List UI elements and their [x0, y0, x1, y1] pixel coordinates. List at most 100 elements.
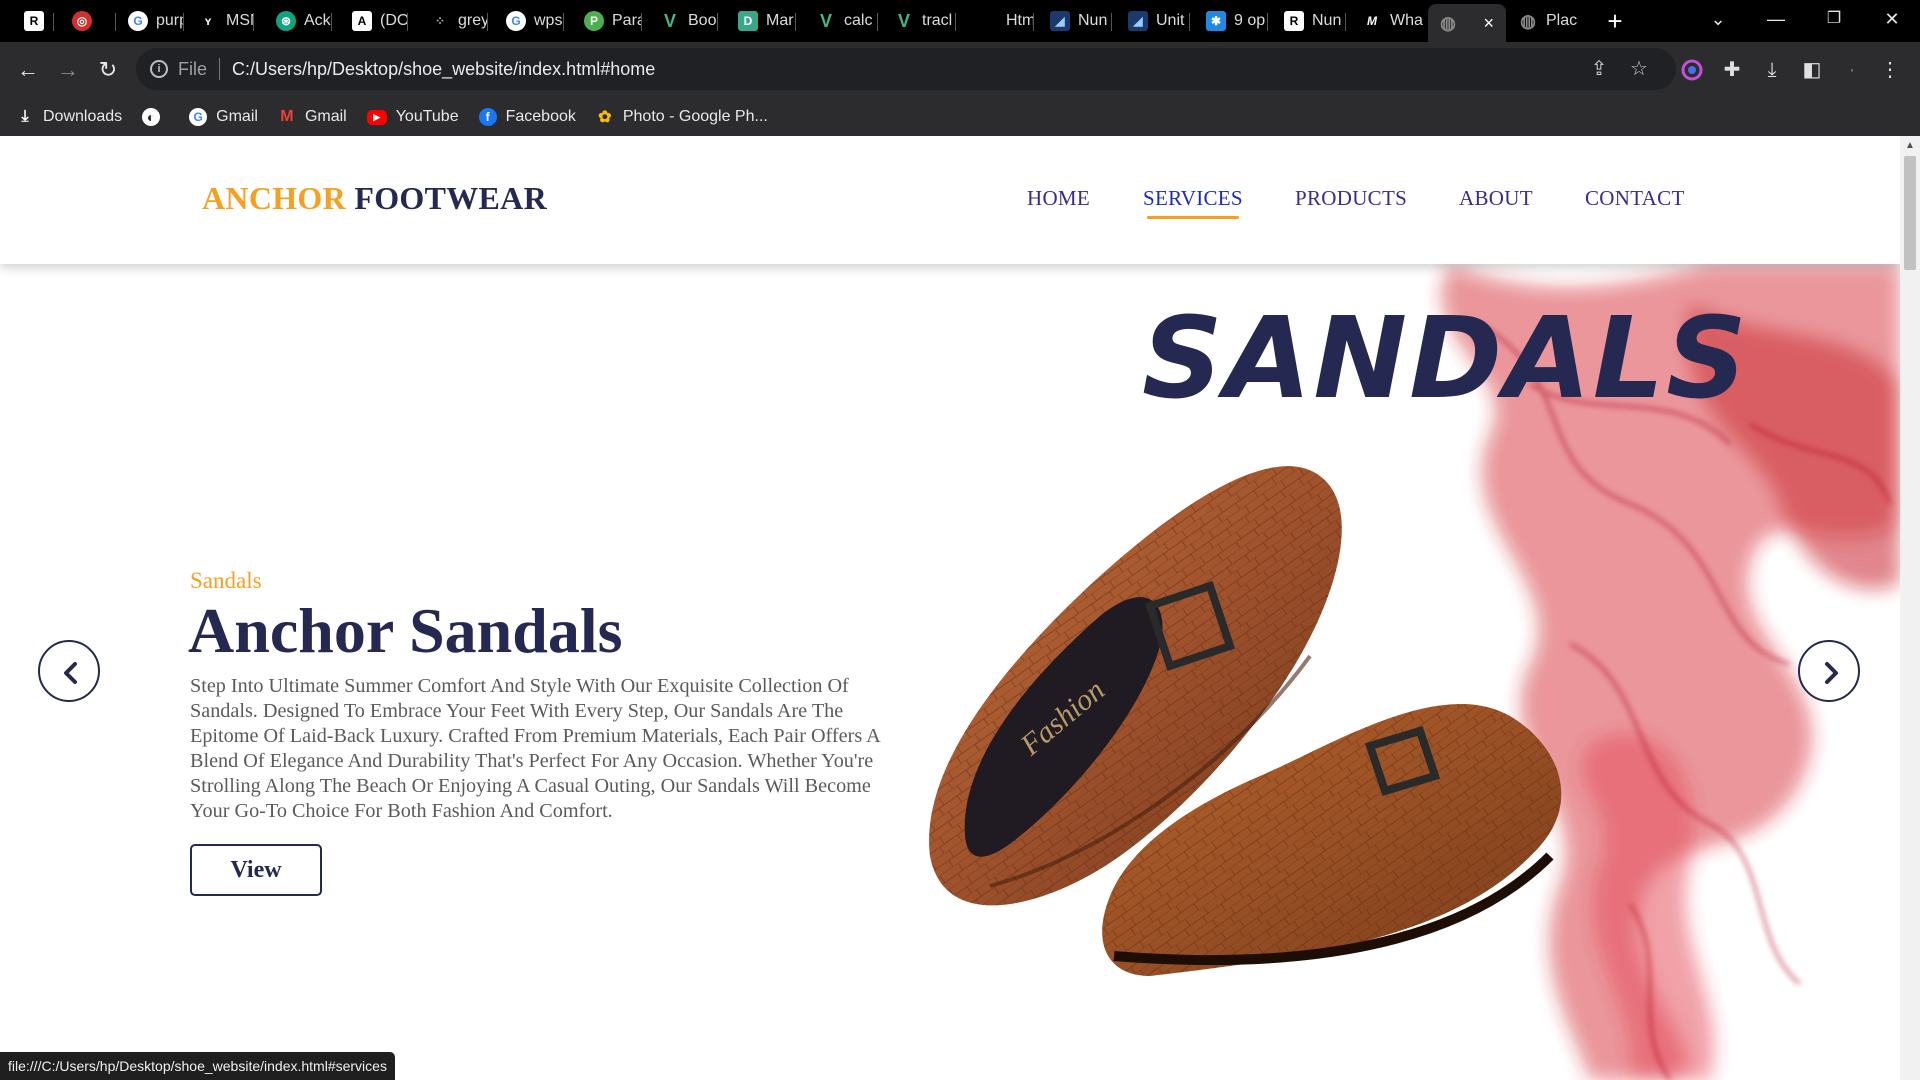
browser-tab[interactable]: ⁘ grey — [420, 4, 488, 38]
nav-contact[interactable]: CONTACT — [1585, 186, 1685, 211]
browser-tab[interactable]: ⊛ Ack — [266, 4, 332, 38]
download-icon[interactable]: ⤓ — [1758, 56, 1786, 84]
medium-icon: M — [1367, 14, 1377, 28]
browser-tab[interactable]: ◍ Plac — [1508, 4, 1588, 38]
browser-tab[interactable]: ʏMSN — [188, 4, 254, 38]
bookmark-globe[interactable]: ◐ — [142, 108, 169, 126]
nav-services[interactable]: SERVICES — [1143, 186, 1243, 219]
view-button[interactable]: View — [190, 844, 322, 896]
browser-tab[interactable]: Htm — [968, 4, 1034, 38]
chevron-right-icon — [1825, 662, 1838, 684]
page-scrollbar[interactable]: ▲ — [1900, 136, 1920, 1080]
bookmark-gmail[interactable]: M Gmail — [278, 108, 346, 126]
hero-big-title: SANDALS — [1142, 294, 1749, 424]
browser-tab[interactable]: P Para — [574, 4, 642, 38]
d-icon: D — [738, 11, 758, 31]
site-info-icon[interactable]: i — [150, 60, 168, 78]
browser-tab[interactable]: Vcalc — [806, 4, 878, 38]
browser-tab[interactable]: V Boo — [650, 4, 718, 38]
globe-icon: ◍ — [1520, 10, 1536, 31]
browser-tab[interactable]: ◎ — [62, 4, 116, 38]
browser-tab[interactable]: Vtracl — [884, 4, 956, 38]
bookmark-google-photos[interactable]: ✿ Photo - Google Ph... — [596, 108, 768, 126]
nav-about[interactable]: ABOUT — [1459, 186, 1533, 211]
address-url[interactable]: C:/Users/hp/Desktop/shoe_website/index.h… — [232, 59, 655, 80]
browser-tab[interactable]: ◢ Unit — [1118, 4, 1190, 38]
image-icon: ◢ — [1128, 11, 1148, 31]
browser-tab[interactable]: R Nun — [1274, 4, 1346, 38]
browser-tab[interactable]: Gpurp — [118, 4, 184, 38]
globe-icon: ◍ — [1440, 12, 1456, 33]
new-tab-button[interactable]: + — [1600, 6, 1630, 36]
prev-slide-button[interactable] — [38, 640, 100, 702]
window-close-icon[interactable]: ✕ — [1864, 0, 1920, 40]
loafer-shoe-image: Fashion — [929, 466, 1562, 976]
extensions-puzzle-icon[interactable]: ✚ — [1718, 56, 1746, 84]
status-bar-url: file:///C:/Users/hp/Desktop/shoe_website… — [0, 1052, 395, 1080]
dots-icon: ⁘ — [434, 14, 446, 28]
download-icon: ⤓ — [21, 108, 29, 125]
chevron-left-icon — [64, 662, 77, 684]
hero-description: Step Into Ultimate Summer Comfort And St… — [190, 675, 880, 822]
next-slide-button[interactable] — [1798, 640, 1860, 702]
bookmark-gmail-google[interactable]: G Gmail — [189, 108, 258, 126]
google-icon: G — [128, 11, 148, 31]
chatgpt-icon: ⊛ — [276, 11, 296, 31]
nav-home[interactable]: HOME — [1027, 186, 1090, 211]
vuetify-icon: V — [663, 10, 676, 31]
logo-anchor-text: ANCHOR — [202, 180, 347, 216]
google-photos-icon: ✿ — [598, 109, 612, 126]
address-bar[interactable]: i File C:/Users/hp/Desktop/shoe_website/… — [136, 48, 1676, 90]
vuetify-icon: V — [819, 10, 832, 31]
site-logo[interactable]: ANCHOR FOOTWEAR — [202, 180, 547, 217]
facebook-icon: f — [478, 108, 497, 126]
bookmarks-bar: ⤓ Downloads ◐ G Gmail M Gmail ▶ YouTube f Fac… — [0, 98, 1920, 136]
back-icon[interactable]: ← — [10, 52, 46, 88]
browser-tab-strip: R ◎ Gpurp ʏMSN ⊛Ack A(DO ⁘grey Gwps PPar… — [0, 0, 1920, 42]
gmail-icon: M — [280, 108, 294, 125]
extension-color-icon[interactable] — [1678, 56, 1706, 84]
minimize-icon[interactable]: — — [1748, 0, 1804, 40]
browser-tab[interactable]: ✱ 9 op — [1196, 4, 1268, 38]
menu-kebab-icon[interactable]: ⋮ — [1876, 56, 1904, 84]
tab-search-icon[interactable]: ⌄ — [1690, 0, 1746, 40]
browser-toolbar: ← → ↻ i File C:/Users/hp/Desktop/shoe_we… — [0, 42, 1920, 98]
researchgate-icon: R — [1284, 11, 1304, 31]
browser-tab[interactable]: D Mar — [728, 4, 796, 38]
forward-icon[interactable]: → — [50, 52, 86, 88]
hero-subtitle: Sandals — [190, 568, 262, 593]
bookmark-downloads[interactable]: ⤓ Downloads — [16, 108, 122, 126]
google-icon: G — [506, 11, 526, 31]
close-icon[interactable]: × — [1483, 13, 1494, 34]
google-icon: G — [189, 108, 208, 126]
bookmark-star-icon[interactable]: ☆ — [1626, 56, 1652, 82]
share-icon[interactable]: ⇪ — [1586, 56, 1612, 82]
nav-products[interactable]: PRODUCTS — [1295, 186, 1407, 211]
scroll-up-icon[interactable]: ▲ — [1904, 140, 1916, 151]
blank-icon — [978, 11, 998, 31]
browser-tab[interactable]: Gwps — [496, 4, 564, 38]
browser-tab[interactable]: ◢ Nun — [1040, 4, 1112, 38]
vuetify-icon: V — [897, 10, 910, 31]
browser-tab[interactable]: A (DO — [342, 4, 408, 38]
address-prefix: File — [178, 58, 208, 79]
anthropic-icon: A — [352, 11, 372, 31]
browser-tab-active[interactable]: ◍ × — [1428, 4, 1506, 42]
logo-footwear-text: FOOTWEAR — [354, 180, 547, 216]
msn-icon: ʏ — [198, 11, 218, 31]
restore-icon[interactable]: ❐ — [1806, 0, 1862, 40]
browser-tab[interactable]: M Wha — [1352, 4, 1424, 38]
snowflake-icon: ✱ — [1206, 11, 1226, 31]
side-panel-icon[interactable]: ◧ — [1798, 56, 1826, 84]
hero-heading: Anchor Sandals — [188, 595, 623, 666]
scrollbar-thumb[interactable] — [1904, 156, 1916, 270]
site-header: ANCHOR FOOTWEAR HOME SERVICES PRODUCTS A… — [0, 136, 1900, 264]
globe-icon: ◐ — [142, 108, 161, 126]
shield-icon: ◎ — [72, 11, 92, 31]
reload-icon[interactable]: ↻ — [90, 52, 126, 88]
browser-tab[interactable]: R — [14, 4, 54, 38]
youtube-icon: ▶ — [366, 109, 387, 125]
profile-icon[interactable]: · — [1838, 56, 1866, 84]
bookmark-youtube[interactable]: ▶ YouTube — [366, 108, 459, 126]
bookmark-facebook[interactable]: f Facebook — [478, 108, 576, 126]
